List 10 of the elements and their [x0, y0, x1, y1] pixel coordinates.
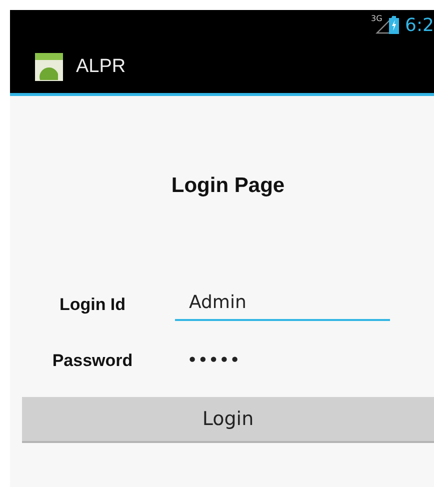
- battery-icon: [389, 16, 400, 34]
- clock: 6:2: [405, 14, 434, 36]
- network-type: 3G: [371, 14, 384, 23]
- field-label: Login Id: [59, 295, 126, 316]
- login-button[interactable]: Login: [22, 397, 434, 443]
- input-field[interactable]: •••••: [175, 343, 390, 377]
- page-heading: Login Page: [170, 174, 286, 198]
- app-icon: [34, 52, 64, 82]
- field-label: Password: [52, 351, 133, 372]
- app-title: ALPR: [76, 56, 126, 78]
